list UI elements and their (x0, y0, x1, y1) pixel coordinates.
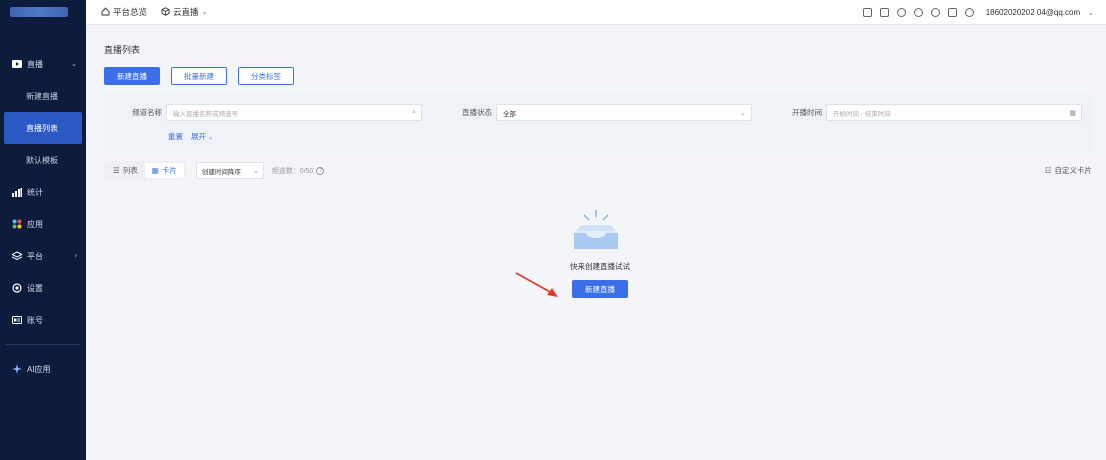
category-tags-button[interactable]: 分类标签 (238, 67, 294, 85)
sparkle-icon (12, 364, 22, 374)
sidebar-item-live[interactable]: 直播 ⌄ (0, 48, 86, 80)
user-email[interactable]: 18602020202 04@qq.com (986, 8, 1080, 17)
empty-state-text: 快来创建直播试试 (570, 262, 630, 271)
view-toggle: ☰ 列表 ▦ 卡片 (104, 161, 186, 180)
main-content: 直播列表 新建直播 批量新建 分类标签 频道名称 输入直播名称或频道号 ⌕ 直播… (86, 25, 1106, 460)
bar-chart-icon (12, 187, 22, 197)
grid-icon: ▦ (151, 166, 159, 175)
empty-new-live-button[interactable]: 新建直播 (572, 280, 628, 298)
sidebar: 直播 ⌄ 新建直播 直播列表 默认模板 统计 应用 平台 › 设置 账号 AI应… (0, 0, 86, 460)
nav-cloud-live[interactable]: 云直播 ⌄ (161, 6, 207, 18)
document-icon[interactable] (947, 8, 957, 17)
custom-card-label: 自定义卡片 (1054, 166, 1093, 175)
search-icon: ⌕ (412, 108, 416, 116)
help-icon[interactable] (930, 8, 940, 17)
channel-count-text: 频道数：0/50 (271, 167, 314, 175)
sidebar-item-platform[interactable]: 平台 › (0, 240, 86, 272)
help-icon[interactable]: ? (316, 166, 325, 175)
monitor-icon[interactable] (879, 8, 889, 17)
sidebar-item-apps[interactable]: 应用 (0, 208, 86, 240)
channel-name-input[interactable]: 输入直播名称或频道号 ⌕ (166, 104, 422, 121)
sidebar-item-label: 设置 (27, 283, 43, 293)
list-icon: ☰ (113, 166, 120, 175)
layers-icon (12, 251, 22, 261)
calendar-icon: ▦ (1069, 109, 1076, 117)
home-icon (101, 6, 110, 18)
sidebar-sub-live-list[interactable]: 直播列表 (4, 112, 82, 144)
id-card-icon (12, 315, 22, 325)
reset-link[interactable]: 重置 (168, 131, 183, 142)
status-select[interactable]: 全部 ⌄ (496, 104, 752, 121)
card-label: 卡片 (161, 166, 177, 175)
grid-icon (12, 219, 22, 229)
start-time-range-input[interactable]: 开始时间 - 结束时间 ▦ (826, 104, 1082, 121)
nav-platform-overview[interactable]: 平台总览 (101, 6, 147, 18)
placeholder-text: 开始时间 - 结束时间 (833, 110, 891, 118)
chevron-right-icon: › (74, 252, 77, 260)
sidebar-item-settings[interactable]: 设置 (0, 272, 86, 304)
settings-icon (12, 283, 22, 293)
sidebar-divider (6, 344, 80, 345)
sidebar-item-label: 统计 (27, 187, 43, 197)
fullscreen-icon[interactable] (862, 8, 872, 17)
logo[interactable] (0, 0, 86, 24)
chevron-down-icon: ⌄ (252, 167, 259, 175)
sidebar-item-label: 应用 (27, 219, 43, 229)
chevron-down-icon: ⌄ (201, 9, 208, 16)
empty-box-icon (574, 210, 618, 249)
chevron-down-icon: ⌄ (71, 61, 77, 68)
chevron-down-icon: ⌄ (740, 109, 746, 117)
custom-card-button[interactable]: ☷ 自定义卡片 (1045, 165, 1092, 176)
sidebar-item-label: 平台 (27, 251, 43, 261)
placeholder-text: 输入直播名称或频道号 (173, 110, 238, 118)
cube-icon (161, 6, 170, 18)
globe-icon[interactable] (964, 8, 974, 17)
sidebar-item-label: 直播 (27, 59, 43, 69)
sidebar-sub-new-live[interactable]: 新建直播 (0, 80, 86, 112)
batch-new-button[interactable]: 批量新建 (171, 67, 227, 85)
sidebar-item-stats[interactable]: 统计 (0, 176, 86, 208)
chevron-down-icon: ⌄ (208, 135, 214, 141)
topbar: 平台总览 云直播 ⌄ 18602020202 04@qq.com ⌄ (86, 0, 1106, 25)
empty-state: 快来创建直播试试 新建直播 (86, 205, 1106, 298)
nav-label: 云直播 (173, 7, 199, 17)
expand-label: 展开 (191, 132, 206, 141)
sidebar-sub-default-template[interactable]: 默认模板 (0, 144, 86, 176)
selected-value: 全部 (503, 110, 516, 118)
channel-name-label: 频道名称 (132, 108, 162, 117)
list-label: 列表 (122, 166, 138, 175)
list-view-button[interactable]: ☰ 列表 (106, 163, 145, 178)
sidebar-item-account[interactable]: 账号 (0, 304, 86, 336)
chevron-down-icon[interactable]: ⌄ (1088, 9, 1094, 17)
sidebar-item-ai-apps[interactable]: AI应用 (0, 353, 86, 385)
card-view-button[interactable]: ▦ 卡片 (144, 163, 184, 178)
sort-select[interactable]: 创建时间降序 ⌄ (195, 162, 264, 179)
video-icon (12, 59, 22, 69)
filter-panel: 频道名称 输入直播名称或频道号 ⌕ 直播状态 全部 ⌄ 开播时间 开始时间 - … (104, 94, 1092, 151)
channel-count: 频道数：0/50 ? (272, 166, 325, 176)
selected-value: 创建时间降序 (201, 168, 241, 176)
message-icon[interactable] (913, 8, 923, 17)
expand-link[interactable]: 展开 ⌄ (191, 131, 213, 142)
sidebar-item-label: AI应用 (27, 364, 51, 374)
sidebar-item-label: 账号 (27, 315, 43, 325)
annotation-arrow (515, 272, 558, 297)
status-label: 直播状态 (462, 108, 492, 117)
settings-list-icon: ☷ (1044, 166, 1052, 175)
page-title: 直播列表 (104, 45, 141, 55)
bell-icon[interactable] (896, 8, 906, 17)
nav-label: 平台总览 (113, 7, 148, 17)
new-live-button[interactable]: 新建直播 (104, 67, 160, 85)
start-time-label: 开播时间 (792, 108, 822, 117)
